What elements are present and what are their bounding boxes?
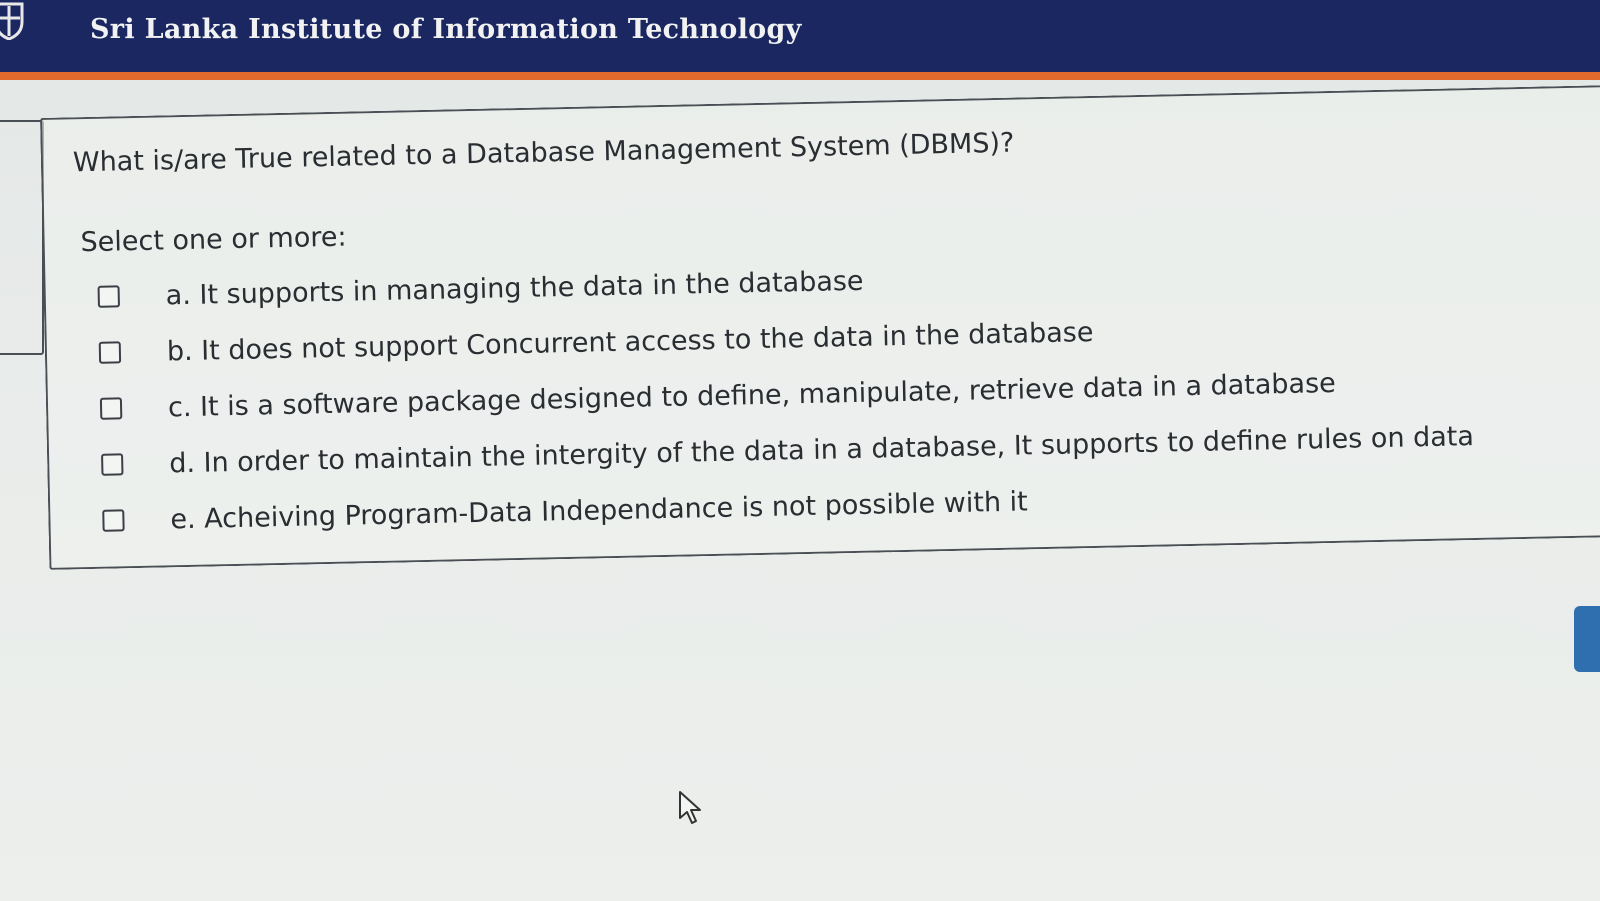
checkbox-e[interactable] [102, 509, 125, 532]
option-label-a[interactable]: a. It supports in managing the data in t… [165, 265, 863, 311]
select-prompt: Select one or more: [80, 221, 347, 259]
checkbox-d[interactable] [101, 453, 124, 476]
checkbox-c[interactable] [99, 397, 123, 420]
answer-options: a. It supports in managing the data in t… [97, 240, 1503, 549]
question-text: What is/are True related to a Database M… [72, 127, 1015, 179]
site-title[interactable]: Sri Lanka Institute of Information Techn… [90, 14, 802, 45]
option-label-e[interactable]: e. Acheiving Program-Data Independance i… [170, 486, 1028, 535]
page-content: What is/are True related to a Database M… [0, 80, 1600, 901]
university-crest-icon [0, 2, 24, 40]
checkbox-b[interactable] [98, 341, 122, 364]
site-header: Sri Lanka Institute of Information Techn… [0, 0, 1600, 80]
side-drawer-tab[interactable] [1574, 606, 1600, 672]
mouse-pointer-icon [679, 791, 701, 824]
option-label-b[interactable]: b. It does not support Concurrent access… [167, 316, 1094, 366]
checkbox-a[interactable] [97, 285, 120, 308]
question-box: What is/are True related to a Database M… [40, 84, 1600, 570]
side-panel [0, 120, 44, 355]
